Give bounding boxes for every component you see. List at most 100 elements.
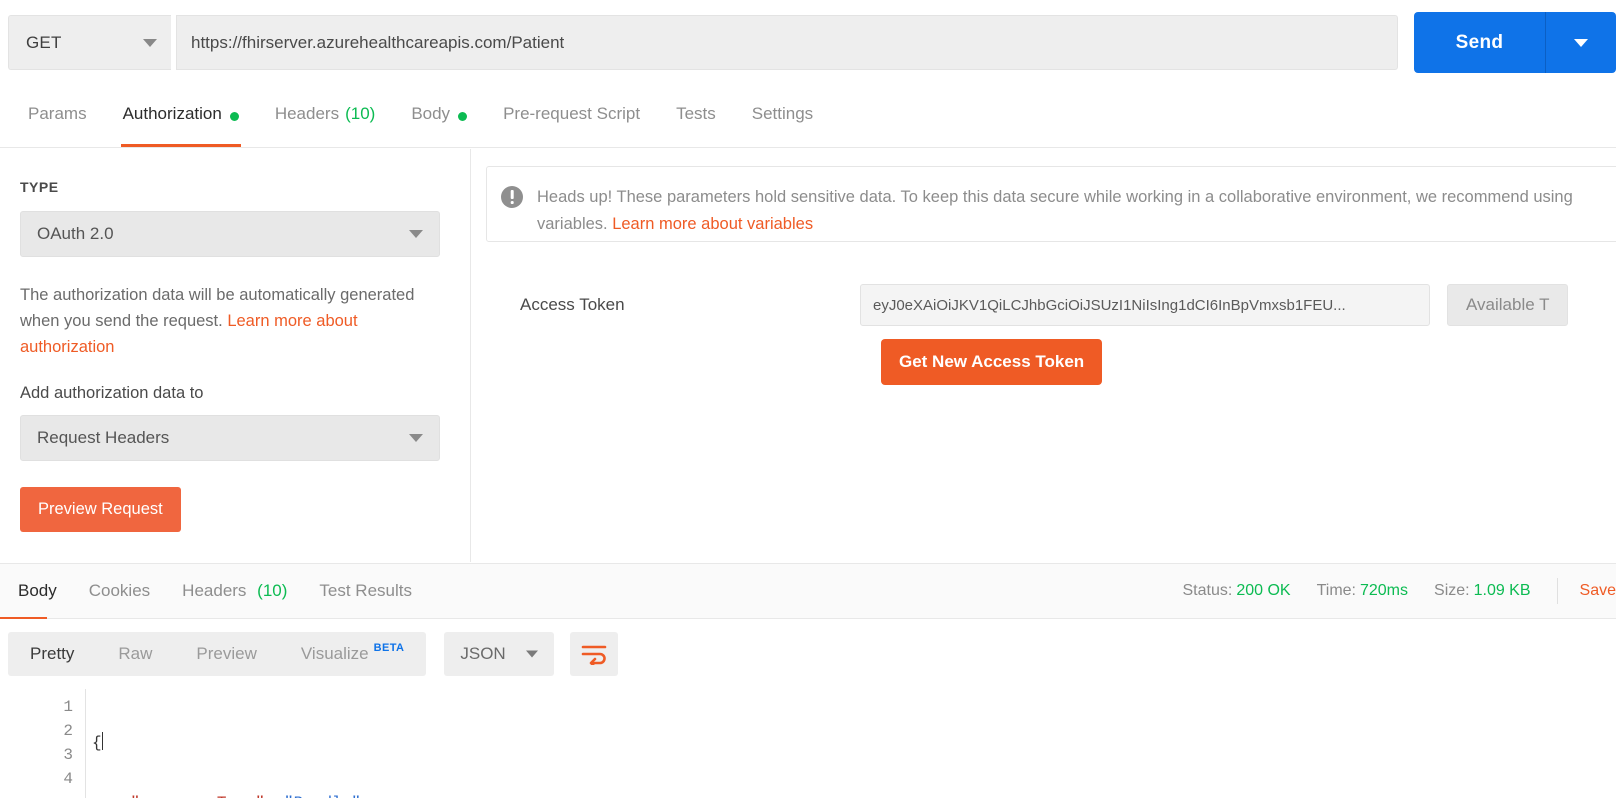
size-value: 1.09 KB — [1473, 582, 1531, 599]
auth-description: The authorization data will be automatic… — [20, 282, 450, 360]
format-tab-raw[interactable]: Raw — [96, 632, 174, 676]
code-line: "resourceType": "Bundle", — [92, 791, 1616, 798]
response-language-value: JSON — [460, 644, 506, 663]
tab-pre-request-script[interactable]: Pre-request Script — [485, 96, 658, 147]
get-new-access-token-button[interactable]: Get New Access Token — [881, 339, 1103, 385]
time-metric: Time: 720ms — [1317, 582, 1408, 600]
word-wrap-icon[interactable] — [570, 632, 619, 676]
add-auth-data-value: Request Headers — [37, 428, 170, 447]
response-metrics: Status: 200 OK Time: 720ms Size: 1.09 KB Sa… — [1183, 578, 1616, 604]
size-label: Size: — [1434, 582, 1470, 599]
response-status-bar: Body Cookies Headers (10) Test Results S… — [0, 563, 1616, 619]
response-body-toolbar: Pretty Raw Preview Visualize BETA JSON — [0, 619, 1616, 689]
send-button-group: Send — [1414, 12, 1616, 73]
chevron-down-icon — [143, 38, 157, 47]
tab-tests-label: Tests — [676, 104, 716, 123]
learn-more-variables-link[interactable]: Learn more about variables — [612, 215, 813, 233]
tab-authorization-label: Authorization — [122, 104, 222, 123]
request-bar: GET https://fhirserver.azurehealthcareap… — [0, 0, 1616, 85]
code-punct: , — [361, 794, 371, 798]
line-number: 4 — [63, 770, 73, 788]
access-token-label: Access Token — [520, 295, 625, 314]
modified-dot-icon — [458, 112, 468, 121]
status-label: Status: — [1182, 582, 1233, 599]
format-tab-visualize-label: Visualize — [300, 644, 369, 663]
response-tab-body-label: Body — [18, 581, 57, 600]
response-tab-test-results[interactable]: Test Results — [303, 581, 428, 601]
status-badge: 200 OK — [1236, 582, 1291, 599]
send-options-button[interactable] — [1545, 12, 1616, 73]
tab-body-label: Body — [411, 104, 451, 123]
format-tab-visualize[interactable]: Visualize BETA — [279, 632, 426, 676]
sensitive-data-warning-banner: Heads up! These parameters hold sensitiv… — [486, 166, 1616, 242]
modified-dot-icon — [229, 112, 239, 121]
tab-headers-count: (10) — [345, 104, 376, 123]
format-tab-raw-label: Raw — [118, 644, 153, 663]
warning-message: Heads up! These parameters hold sensitiv… — [537, 184, 1582, 238]
http-method-value: GET — [26, 32, 62, 52]
tab-pre-request-script-label: Pre-request Script — [503, 104, 641, 123]
time-value: 720ms — [1359, 582, 1409, 599]
tab-params-label: Params — [28, 104, 87, 123]
tab-tests[interactable]: Tests — [658, 96, 734, 147]
chevron-down-icon — [526, 650, 539, 658]
code-line: { — [92, 731, 1616, 755]
beta-badge: BETA — [373, 642, 405, 654]
http-method-select[interactable]: GET — [8, 15, 171, 70]
available-tokens-button[interactable]: Available T — [1447, 284, 1569, 326]
request-url-field[interactable]: https://fhirserver.azurehealthcareapis.c… — [176, 15, 1398, 70]
tab-authorization[interactable]: Authorization — [105, 96, 257, 147]
response-tab-test-results-label: Test Results — [319, 581, 412, 600]
tab-params[interactable]: Params — [10, 96, 105, 147]
auth-type-label: TYPE — [20, 179, 59, 195]
code-sep: : — [265, 794, 284, 798]
text-cursor — [101, 732, 103, 750]
time-label: Time: — [1316, 582, 1356, 599]
auth-type-value: OAuth 2.0 — [37, 224, 114, 243]
tab-settings-label: Settings — [751, 104, 814, 123]
line-number: 2 — [63, 722, 73, 740]
send-button[interactable]: Send — [1414, 12, 1545, 73]
add-auth-data-label: Add authorization data to — [20, 384, 204, 402]
format-tab-pretty-label: Pretty — [30, 644, 75, 663]
authorization-left-pane: TYPE OAuth 2.0 The authorization data wi… — [0, 149, 471, 562]
line-number: 3 — [63, 746, 73, 764]
response-tab-headers[interactable]: Headers (10) — [166, 581, 303, 601]
request-tabs: Params Authorization Headers (10) Body P… — [0, 96, 1616, 148]
code-value: "Bundle" — [284, 794, 361, 798]
response-format-group: Pretty Raw Preview Visualize BETA — [8, 632, 427, 676]
line-number: 1 — [63, 698, 73, 716]
response-body-code-viewer[interactable]: 1 2 3 4 { "resourceType": "Bundle", "id"… — [0, 689, 1616, 798]
tab-settings[interactable]: Settings — [734, 96, 831, 147]
tab-headers-label: Headers — [274, 104, 340, 123]
chevron-down-icon — [409, 434, 423, 442]
format-tab-preview[interactable]: Preview — [174, 632, 278, 676]
preview-request-button[interactable]: Preview Request — [20, 487, 181, 532]
code-punct: { — [92, 734, 102, 752]
code-content[interactable]: { "resourceType": "Bundle", "id": "164a1… — [86, 689, 1616, 798]
access-token-row: Access Token Available T — [486, 284, 1616, 326]
chevron-down-icon — [409, 230, 423, 238]
divider — [1556, 578, 1558, 604]
access-token-input[interactable] — [860, 284, 1430, 326]
response-tabs: Body Cookies Headers (10) Test Results — [0, 581, 428, 601]
response-tab-headers-count: (10) — [257, 581, 288, 600]
response-tab-cookies[interactable]: Cookies — [73, 581, 166, 601]
size-metric: Size: 1.09 KB — [1434, 582, 1531, 600]
exclamation-circle-icon — [501, 186, 523, 208]
code-key: "resourceType" — [130, 794, 264, 798]
authorization-right-pane: Heads up! These parameters hold sensitiv… — [472, 149, 1616, 562]
response-tab-headers-label: Headers — [182, 581, 247, 600]
response-tab-body[interactable]: Body — [2, 581, 73, 601]
add-auth-data-select[interactable]: Request Headers — [20, 415, 440, 461]
response-tab-cookies-label: Cookies — [88, 581, 151, 600]
format-tab-pretty[interactable]: Pretty — [8, 632, 96, 676]
response-language-select[interactable]: JSON — [444, 632, 555, 676]
tab-body[interactable]: Body — [393, 96, 485, 147]
code-line-numbers: 1 2 3 4 — [0, 689, 86, 798]
auth-type-select[interactable]: OAuth 2.0 — [20, 211, 440, 257]
tab-headers[interactable]: Headers (10) — [257, 96, 394, 147]
status-metric: Status: 200 OK — [1183, 582, 1291, 600]
save-response-button[interactable]: Save — [1580, 582, 1616, 600]
